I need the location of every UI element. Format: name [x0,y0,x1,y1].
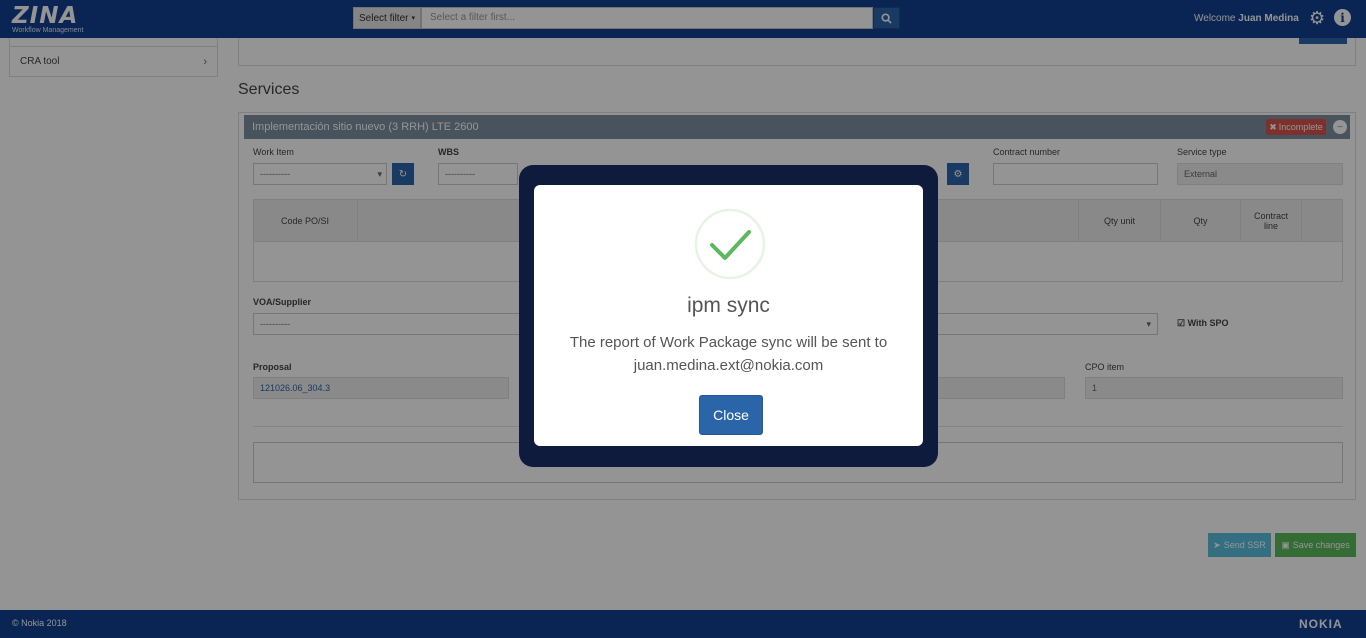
success-check-icon [694,208,766,280]
modal-message-line: The report of Work Package sync will be … [569,334,888,351]
close-button[interactable]: Close [699,395,763,435]
modal-message-email: juan.medina.ext@nokia.com [633,357,824,374]
modal-message: The report of Work Package sync will be … [534,331,923,377]
modal-title: ipm sync [687,294,770,317]
